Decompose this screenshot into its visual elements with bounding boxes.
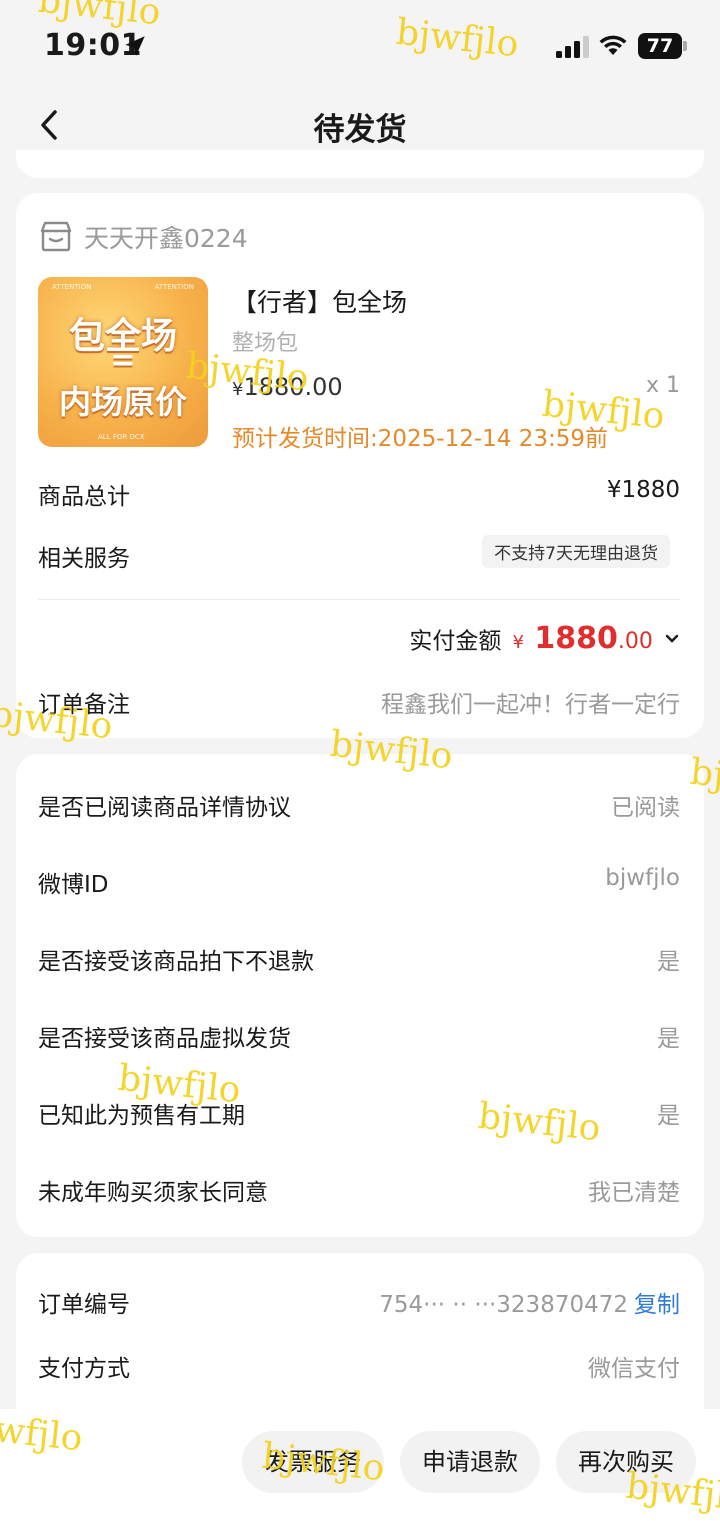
bottom-action-bar: 发票服务 申请退款 再次购买 — [0, 1409, 720, 1521]
total-label: 商品总计 — [38, 484, 130, 510]
info-label: 微博ID — [38, 872, 109, 898]
signal-icon — [556, 36, 589, 58]
service-badge: 不支持7天无理由退货 — [482, 535, 670, 568]
info-value: 已阅读 — [611, 795, 680, 821]
info-row: 是否接受该商品虚拟发货 是 — [38, 1015, 680, 1055]
refund-button[interactable]: 申请退款 — [400, 1431, 540, 1493]
info-label: 是否接受该商品拍下不退款 — [38, 949, 314, 975]
paid-row[interactable]: 实付金额 ¥ 1880.00 — [409, 621, 680, 665]
info-label: 是否已阅读商品详情协议 — [38, 795, 291, 821]
remark-row: 订单备注 程鑫我们一起冲！行者一定行 — [38, 681, 680, 721]
ship-time: 预计发货时间:2025-12-14 23:59前 — [232, 426, 609, 452]
copy-button[interactable]: 复制 — [634, 1292, 680, 1318]
info-row: 未成年购买须家长同意 我已清楚 — [38, 1169, 680, 1209]
info-label: 是否接受该商品虚拟发货 — [38, 1026, 291, 1052]
info-label: 已知此为预售有工期 — [38, 1103, 245, 1129]
pay-method-label: 支付方式 — [38, 1356, 130, 1382]
total-value: ¥1880 — [606, 477, 680, 503]
info-card: 是否已阅读商品详情协议 已阅读 微博ID bjwfjlo 是否接受该商品拍下不退… — [16, 754, 704, 1237]
product-price: ¥1880.00 — [232, 373, 343, 401]
remark-value: 程鑫我们一起冲！行者一定行 — [381, 692, 680, 718]
page-title: 待发货 — [313, 112, 407, 148]
info-value: bjwfjlo — [605, 865, 680, 891]
status-bar: 19:01 77 — [0, 0, 720, 92]
product-card: 天天开鑫0224 ATTENTION ATTENTION 包全场 = 内场原价 … — [16, 193, 704, 738]
paid-dec: .00 — [617, 629, 653, 654]
paid-int: 1880 — [534, 621, 618, 656]
remark-label: 订单备注 — [38, 692, 130, 718]
info-row: 是否已阅读商品详情协议 已阅读 — [38, 784, 680, 824]
info-row: 已知此为预售有工期 是 — [38, 1092, 680, 1132]
price-value: 1880.00 — [243, 373, 343, 401]
pay-method-row: 支付方式 微信支付 — [38, 1345, 680, 1385]
order-number: 754··· ·· ···323870472 — [379, 1292, 628, 1318]
info-value: 我已清楚 — [588, 1180, 680, 1206]
shop-icon — [40, 221, 72, 252]
info-value: 是 — [657, 949, 680, 975]
pay-method-value: 微信支付 — [588, 1356, 680, 1382]
battery-level: 77 — [638, 33, 682, 59]
wifi-icon — [599, 35, 627, 55]
image-tag: ATTENTION — [52, 283, 92, 291]
divider — [38, 599, 680, 600]
product-quantity: x 1 — [645, 373, 680, 398]
paid-amount: ¥ 1880.00 — [513, 621, 653, 656]
location-arrow-icon — [125, 36, 145, 56]
total-row: 商品总计 ¥1880 — [38, 473, 680, 513]
order-number-label: 订单编号 — [38, 1292, 130, 1318]
order-number-row: 订单编号 754··· ·· ···323870472 复制 — [38, 1281, 680, 1321]
rebuy-button[interactable]: 再次购买 — [556, 1431, 696, 1493]
product-subtitle: 整场包 — [232, 331, 299, 356]
image-tag: ALL FOR DCX — [98, 433, 145, 441]
product-title[interactable]: 【行者】包全场 — [232, 283, 407, 319]
info-value: 是 — [657, 1026, 680, 1052]
image-text-line2: = — [110, 343, 136, 378]
service-label: 相关服务 — [38, 546, 130, 572]
paid-symbol: ¥ — [512, 632, 524, 653]
order-number-value: 754··· ·· ···323870472 复制 — [379, 1285, 680, 1319]
service-row: 相关服务 不支持7天无理由退货 — [38, 535, 680, 575]
paid-label: 实付金额 — [409, 628, 502, 655]
shop-name: 天天开鑫0224 — [84, 224, 248, 253]
info-row: 是否接受该商品拍下不退款 是 — [38, 938, 680, 978]
image-tag: ATTENTION — [154, 283, 194, 291]
image-text-line3: 内场原价 — [58, 383, 187, 421]
previous-card-edge — [16, 150, 704, 178]
info-row: 微博ID bjwfjlo — [38, 861, 680, 901]
info-label: 未成年购买须家长同意 — [38, 1180, 268, 1206]
product-image[interactable]: ATTENTION ATTENTION 包全场 = 内场原价 ALL FOR D… — [38, 277, 208, 447]
chevron-down-icon[interactable] — [664, 633, 680, 645]
battery-icon: 77 — [638, 33, 687, 59]
info-value: 是 — [657, 1103, 680, 1129]
price-symbol: ¥ — [232, 379, 244, 400]
invoice-button[interactable]: 发票服务 — [242, 1431, 384, 1493]
